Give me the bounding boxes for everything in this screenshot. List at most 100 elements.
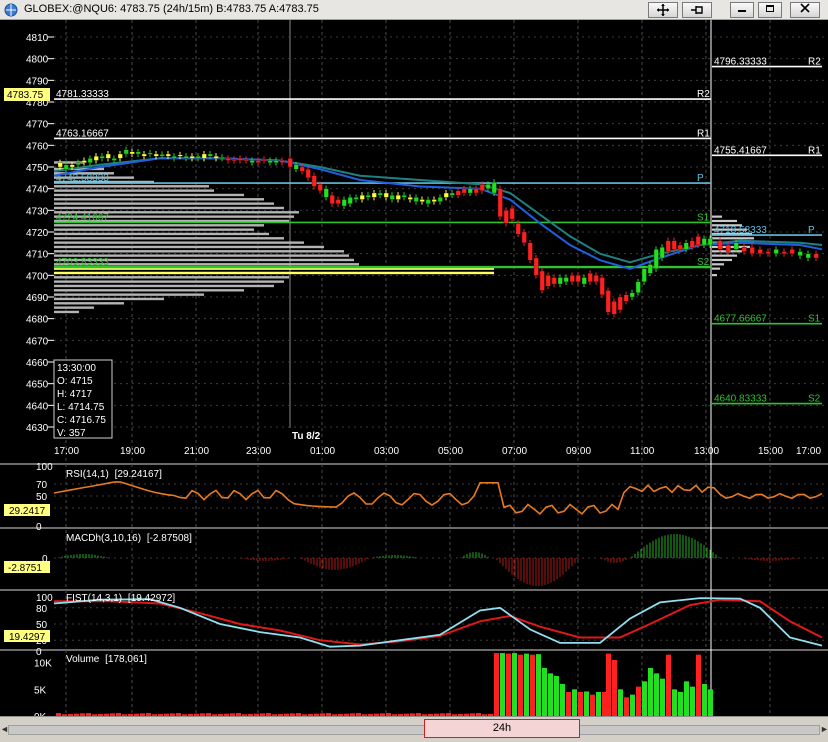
candle-body bbox=[75, 162, 81, 165]
profile-bar bbox=[54, 297, 164, 301]
volume-bar bbox=[630, 694, 635, 716]
price-tick-label: 4680 bbox=[26, 315, 49, 326]
candle-body bbox=[641, 268, 647, 282]
time-scrollbar[interactable]: ◄ 24h ► bbox=[0, 716, 828, 742]
candle-body bbox=[509, 208, 515, 220]
candle-body bbox=[515, 223, 521, 235]
candle-body bbox=[701, 238, 707, 246]
scroll-left-icon[interactable]: ◄ bbox=[0, 722, 9, 736]
candle-body bbox=[635, 281, 641, 293]
candle-body bbox=[293, 164, 299, 170]
candle-body bbox=[353, 197, 359, 200]
profile-bar bbox=[54, 289, 244, 292]
candle-body bbox=[485, 184, 491, 189]
pivot-level-value-next: 4718.58333 bbox=[714, 225, 767, 236]
crosshair-button[interactable] bbox=[648, 2, 678, 18]
volume-bar bbox=[530, 654, 535, 716]
price-tick-label: 4710 bbox=[26, 250, 49, 261]
candle-body bbox=[341, 199, 347, 207]
candle-body bbox=[389, 195, 395, 200]
candle-body bbox=[141, 153, 147, 157]
pivot-level-value: 4781.33333 bbox=[56, 89, 109, 100]
candle-body bbox=[647, 264, 653, 274]
close-button[interactable] bbox=[790, 2, 820, 18]
profile-bar bbox=[54, 310, 79, 314]
scroll-track[interactable] bbox=[8, 725, 820, 735]
pivot-level-tag: P bbox=[697, 173, 704, 184]
volume-bar bbox=[672, 689, 677, 716]
volume-bar bbox=[696, 654, 701, 716]
day-divider-label: Tu 8/2 bbox=[292, 431, 321, 442]
candle-body bbox=[569, 275, 575, 282]
pin-button[interactable] bbox=[682, 2, 712, 18]
rsi-line bbox=[53, 481, 823, 515]
candle-body bbox=[557, 277, 563, 285]
minimize-button[interactable] bbox=[730, 2, 754, 18]
candle-body bbox=[443, 192, 449, 198]
candle-body bbox=[425, 199, 431, 204]
candle-body bbox=[135, 151, 141, 155]
volume-bar bbox=[584, 691, 589, 716]
profile-bar bbox=[54, 306, 94, 309]
title-bar: GLOBEX:@NQU6: 4783.75 (24h/15m) B:4783.7… bbox=[0, 0, 828, 20]
time-tick-label: 11:00 bbox=[630, 446, 655, 457]
price-tick-label: 4790 bbox=[26, 76, 49, 87]
candle-body bbox=[749, 247, 755, 254]
profile-bar-current bbox=[712, 219, 737, 223]
candle-body bbox=[461, 188, 467, 194]
candle-body bbox=[551, 277, 557, 285]
volume-bar bbox=[512, 653, 517, 716]
pivot-level-value: 4724.41667 bbox=[56, 212, 109, 223]
candle-body bbox=[63, 164, 69, 170]
time-tick-label: 23:00 bbox=[246, 446, 271, 457]
restore-button[interactable] bbox=[758, 2, 782, 18]
time-tick-label: 17:00 bbox=[54, 446, 79, 457]
price-tick-label: 4750 bbox=[26, 163, 49, 174]
price-tick-label: 4740 bbox=[26, 185, 49, 196]
volume-bar bbox=[636, 686, 641, 716]
pivot-level-value: 4703.83333 bbox=[56, 257, 109, 268]
rsi-tick-label: 70 bbox=[36, 480, 48, 491]
profile-bar bbox=[54, 237, 284, 240]
candle-body bbox=[377, 192, 383, 196]
time-tick-label: 05:00 bbox=[438, 446, 463, 457]
candle-body bbox=[287, 158, 293, 168]
pivot-level-tag-next: R1 bbox=[808, 145, 821, 156]
candle-body bbox=[267, 160, 273, 163]
fist-tick-label: 80 bbox=[36, 604, 48, 615]
scroll-thumb[interactable]: 24h bbox=[424, 719, 580, 738]
candle-body bbox=[273, 160, 279, 163]
candle-body bbox=[93, 156, 99, 161]
window-title: GLOBEX:@NQU6: 4783.75 (24h/15m) B:4783.7… bbox=[24, 3, 319, 15]
candle-body bbox=[605, 290, 611, 313]
candle-body bbox=[159, 154, 165, 157]
profile-bar bbox=[54, 284, 274, 288]
candle-body bbox=[299, 166, 305, 172]
candle-body bbox=[533, 257, 539, 276]
profile-bar bbox=[54, 228, 254, 231]
pivot-level-tag: R2 bbox=[697, 89, 710, 100]
candle-body bbox=[323, 188, 329, 198]
candle-body bbox=[401, 195, 407, 198]
pivot-level-value-next: 4640.83333 bbox=[714, 394, 767, 405]
volume-label: Volume [178,061] bbox=[66, 654, 147, 665]
info-open: O: 4715 bbox=[57, 376, 93, 387]
volume-bar bbox=[536, 654, 541, 716]
candle-body bbox=[805, 253, 811, 259]
price-tick-label: 4760 bbox=[26, 141, 49, 152]
chart-area[interactable]: 4781.33333 R24763.16667 R14742.58333 P4724.… bbox=[0, 20, 828, 716]
info-box: 13:30:00 O: 4715 H: 4717 L: 4714.75 C: 4… bbox=[53, 359, 113, 439]
volume-bar bbox=[678, 692, 683, 716]
profile-bar bbox=[54, 280, 284, 283]
candle-body bbox=[671, 240, 677, 250]
volume-bar bbox=[684, 681, 689, 716]
candle-body bbox=[527, 242, 533, 261]
candle-body bbox=[455, 190, 461, 196]
close-icon bbox=[800, 3, 810, 13]
pivot-level-tag-next: R2 bbox=[808, 57, 821, 68]
scroll-right-icon[interactable]: ► bbox=[820, 722, 828, 736]
info-volume: V: 357 bbox=[57, 428, 86, 439]
volume-bar bbox=[506, 653, 511, 716]
profile-bar bbox=[54, 202, 274, 205]
profile-bar-current bbox=[712, 258, 732, 262]
